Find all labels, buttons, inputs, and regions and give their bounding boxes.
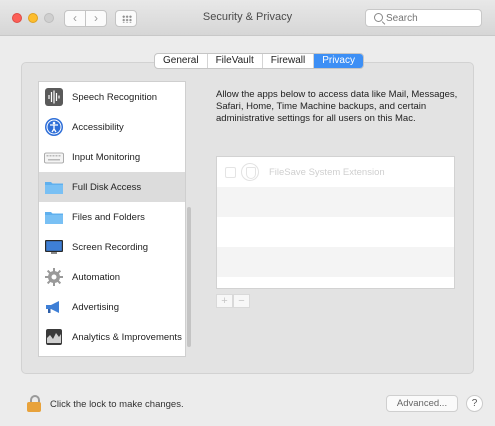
sidebar-item-accessibility[interactable]: Accessibility	[39, 112, 185, 142]
search-icon	[374, 13, 383, 22]
app-list: FileSave System Extension	[216, 156, 455, 289]
sidebar-item-label: Accessibility	[72, 122, 124, 133]
sidebar-item-label: Automation	[72, 272, 121, 283]
app-list-empty-row	[217, 247, 454, 277]
preferences-window: ‹ › Security & Privacy General FileVault…	[0, 0, 495, 426]
accessibility-icon	[45, 118, 63, 136]
sidebar-item-label: Analytics & Improvements	[72, 332, 182, 343]
extension-shield-icon	[241, 163, 259, 181]
display-icon	[45, 240, 63, 254]
tab-filevault[interactable]: FileVault	[208, 54, 263, 68]
app-list-empty-row	[217, 217, 454, 247]
tab-privacy[interactable]: Privacy	[314, 54, 363, 68]
sidebar-item-label: Files and Folders	[72, 212, 145, 223]
sidebar-item-screen-recording[interactable]: Screen Recording	[39, 232, 185, 262]
tab-bar: General FileVault Firewall Privacy	[154, 53, 364, 69]
sidebar-scrollbar[interactable]	[187, 207, 191, 347]
chart-icon	[46, 329, 62, 345]
help-button[interactable]: ?	[466, 395, 483, 412]
title-bar: ‹ › Security & Privacy	[0, 0, 495, 36]
minimize-button[interactable]	[28, 13, 38, 23]
folder-icon	[45, 182, 63, 194]
advanced-button[interactable]: Advanced...	[386, 395, 458, 412]
sidebar-item-label: Full Disk Access	[72, 182, 142, 193]
lock-status-text: Click the lock to make changes.	[50, 399, 184, 410]
lock-icon[interactable]	[27, 395, 41, 412]
tab-general[interactable]: General	[155, 54, 208, 68]
search-field[interactable]	[365, 9, 482, 27]
sidebar-item-label: Input Monitoring	[72, 152, 141, 163]
app-enable-checkbox[interactable]	[225, 167, 236, 178]
app-list-row[interactable]: FileSave System Extension	[217, 157, 454, 187]
close-button[interactable]	[12, 13, 22, 23]
sidebar-item-analytics[interactable]: Analytics & Improvements	[39, 322, 185, 352]
show-all-button[interactable]	[115, 10, 137, 27]
chevron-right-icon: ›	[94, 11, 98, 25]
lock-body	[27, 402, 41, 412]
app-list-empty-row	[217, 187, 454, 217]
remove-app-button[interactable]: −	[233, 294, 250, 308]
sidebar-item-label: Screen Recording	[72, 242, 149, 253]
privacy-description: Allow the apps below to access data like…	[216, 89, 458, 124]
app-name: FileSave System Extension	[269, 167, 385, 178]
search-input[interactable]	[386, 11, 476, 25]
back-button[interactable]: ‹	[64, 10, 86, 27]
keyboard-icon	[44, 152, 64, 164]
tab-firewall[interactable]: Firewall	[263, 54, 315, 68]
forward-button[interactable]: ›	[85, 10, 107, 27]
chevron-left-icon: ‹	[73, 11, 77, 25]
grid-icon	[122, 15, 132, 23]
sidebar-item-advertising[interactable]: Advertising	[39, 292, 185, 322]
sidebar-item-automation[interactable]: Automation	[39, 262, 185, 292]
gear-icon	[45, 268, 63, 286]
sidebar-item-label: Advertising	[72, 302, 119, 313]
sidebar-item-files-and-folders[interactable]: Files and Folders	[39, 202, 185, 232]
zoom-button[interactable]	[44, 13, 54, 23]
sidebar-item-speech-recognition[interactable]: Speech Recognition	[39, 82, 185, 112]
folder-icon	[45, 212, 63, 224]
megaphone-icon	[46, 301, 59, 313]
sidebar-item-input-monitoring[interactable]: Input Monitoring	[39, 142, 185, 172]
sidebar-item-full-disk-access[interactable]: Full Disk Access	[39, 172, 185, 202]
speech-waveform-icon	[45, 88, 63, 106]
sidebar-item-label: Speech Recognition	[72, 92, 158, 103]
add-app-button[interactable]: +	[216, 294, 233, 308]
privacy-category-list: Speech Recognition Accessibility Input M…	[38, 81, 186, 357]
